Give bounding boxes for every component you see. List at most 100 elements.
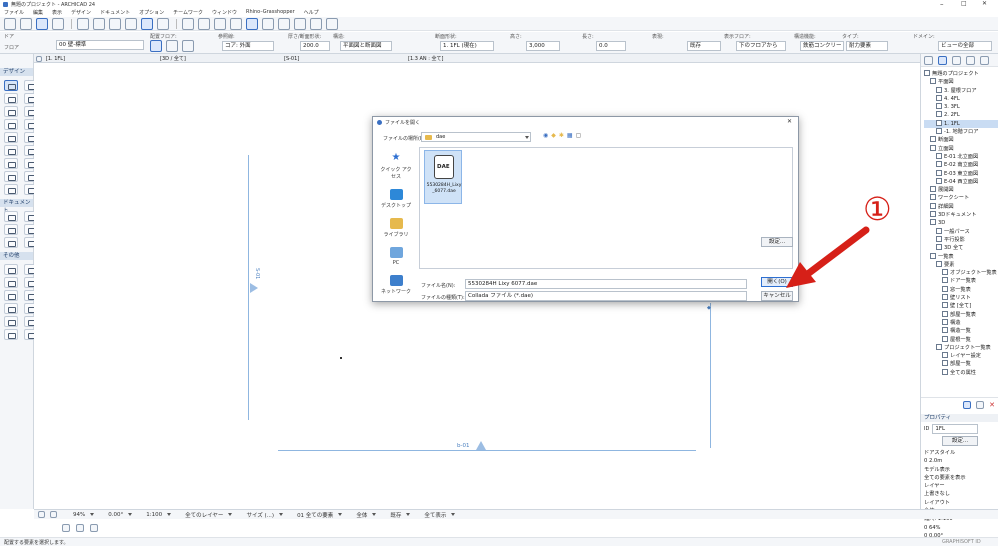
tree-item[interactable]: 窓一覧表	[924, 285, 998, 294]
tab-3d[interactable]: [3D / 全て]	[160, 55, 280, 62]
dialog-close-icon[interactable]: ✕	[787, 118, 792, 125]
render-icon[interactable]	[310, 17, 322, 30]
wall-tool[interactable]	[4, 80, 18, 91]
renovation-selector[interactable]: 既存	[390, 511, 411, 519]
model-view-selector[interactable]: 01 全ての要素	[297, 511, 343, 519]
zoom-view-icon[interactable]	[50, 511, 57, 518]
toolbox-group-more[interactable]: その他	[0, 252, 33, 260]
file-item[interactable]: DAE 5530284H_Lixy_6077.dae	[424, 150, 462, 204]
tree-item[interactable]: E-01 北立面図	[924, 152, 998, 161]
organizer-icon[interactable]	[980, 55, 989, 65]
text-tool[interactable]	[4, 224, 18, 235]
opening-tool[interactable]	[4, 184, 18, 195]
angle-level[interactable]: 0.00°	[108, 512, 133, 518]
tree-item[interactable]: 3. 3FL	[924, 103, 998, 111]
domain-field[interactable]: ビューの全部	[938, 41, 992, 51]
snap-icon[interactable]	[52, 17, 64, 30]
tree-item[interactable]: オブジェクト一覧表	[924, 269, 998, 277]
rect-method-icon[interactable]	[166, 40, 178, 52]
roof-tool[interactable]	[4, 119, 18, 130]
section-marker-label[interactable]: S-01	[254, 268, 260, 279]
filter-selector[interactable]: 全て表示	[424, 511, 456, 519]
zoom-level[interactable]: 94%	[73, 512, 95, 518]
object-tool[interactable]	[4, 158, 18, 169]
new-folder-icon[interactable]: ✱	[559, 132, 564, 139]
redo-icon[interactable]	[198, 17, 210, 30]
menu-item[interactable]: オプション	[139, 9, 164, 17]
hotspot-tool[interactable]	[4, 290, 18, 301]
tree-item[interactable]: 部屋一覧表	[924, 310, 998, 319]
tree-item[interactable]: 立面図	[924, 144, 998, 153]
tree-item[interactable]: E-02 南立面図	[924, 161, 998, 169]
tree-item[interactable]: 構造一覧	[924, 327, 998, 335]
tree-item[interactable]: 3D	[924, 219, 998, 227]
stair-tool[interactable]	[4, 132, 18, 143]
worksheet-tool[interactable]	[4, 329, 18, 340]
wall-tool-icon[interactable]	[36, 17, 48, 30]
property-item[interactable]: ドアスタイル	[924, 449, 998, 457]
menu-item[interactable]: ドキュメント	[100, 9, 130, 17]
property-item[interactable]: 0 2.0m	[924, 457, 998, 465]
tree-item[interactable]: ワークシート	[924, 194, 998, 202]
tree-item[interactable]: -1. 地階フロア	[924, 128, 998, 136]
menu-item[interactable]: デザイン	[71, 9, 91, 17]
structure-field[interactable]: 鉄筋コンクリート	[800, 41, 844, 51]
undo-view-icon[interactable]	[38, 511, 45, 518]
property-item[interactable]: レイアウト	[924, 499, 998, 507]
up-folder-icon[interactable]: ◆	[551, 132, 556, 139]
tab-elevation[interactable]: [1.3 AN : 全て]	[408, 55, 528, 62]
settings-icon[interactable]	[326, 17, 338, 30]
home-story-field[interactable]: 1. 1FL (現在)	[440, 41, 494, 51]
new-view-icon[interactable]	[963, 400, 972, 409]
elevation-marker-triangle[interactable]	[476, 441, 486, 450]
view-icon[interactable]	[141, 17, 153, 30]
arc-tool[interactable]	[4, 264, 18, 275]
structural-function-field[interactable]: 耐力要素	[846, 41, 888, 51]
place-pc[interactable]: PC	[379, 247, 413, 266]
fill-tool[interactable]	[4, 237, 18, 248]
dims-selector[interactable]: 全体	[356, 511, 377, 519]
curtain-wall-tool[interactable]	[4, 145, 18, 156]
layer-select[interactable]: 00 壁-標準	[56, 40, 144, 50]
nav-buttons[interactable]	[38, 511, 59, 518]
section-icon[interactable]	[262, 17, 274, 30]
view-map-icon[interactable]	[938, 55, 947, 65]
grid-icon[interactable]	[77, 17, 89, 30]
delete-icon[interactable]: ✕	[989, 401, 995, 409]
pencil-icon[interactable]	[20, 17, 32, 30]
zoom-in-icon[interactable]	[214, 17, 226, 30]
tree-item[interactable]: 壁リスト	[924, 294, 998, 302]
tree-item[interactable]: 一般パース	[924, 227, 998, 236]
tree-item[interactable]: 無題のプロジェクト	[924, 70, 998, 78]
elevation-marker-label[interactable]: b-01	[457, 443, 469, 449]
tree-item[interactable]: 要素	[924, 260, 998, 269]
publisher-icon[interactable]	[966, 55, 975, 65]
tree-item[interactable]: 1. 1FL	[924, 119, 998, 129]
tree-item[interactable]: 一覧表	[924, 252, 998, 261]
tree-item[interactable]: プロジェクト一覧表	[924, 343, 998, 352]
tree-item[interactable]: 断面図	[924, 136, 998, 144]
property-item[interactable]: レイヤー	[924, 482, 998, 490]
tree-item[interactable]: 詳細図	[924, 202, 998, 211]
publish-icon[interactable]	[278, 17, 290, 30]
place-network[interactable]: ネットワーク	[379, 275, 413, 295]
thickness-field[interactable]: 200.0	[300, 41, 330, 51]
menu-item[interactable]: ウィンドウ	[212, 9, 237, 17]
pointer-icon[interactable]	[4, 17, 16, 30]
menu-item[interactable]: 表示	[52, 9, 62, 17]
place-quick-access[interactable]: ★ クイック アクセス	[379, 153, 413, 181]
3d-view-icon[interactable]	[246, 17, 258, 30]
tree-item[interactable]: 構造	[924, 318, 998, 327]
snap-point-icon[interactable]	[76, 524, 84, 532]
tree-item[interactable]: 4. 4FL	[924, 94, 998, 103]
poly-method-icon[interactable]	[182, 40, 194, 52]
toolbox-group-document[interactable]: ドキュメント	[0, 199, 33, 214]
minimize-icon[interactable]: –	[940, 0, 944, 8]
display-field[interactable]: 下のフロアから	[736, 41, 786, 51]
filename-input[interactable]: 5530284H Lixy 6077.dae	[465, 279, 747, 289]
property-item[interactable]: 上書きなし	[924, 490, 998, 498]
property-item[interactable]: 全ての要素を表示	[924, 474, 998, 482]
layer-combo-selector[interactable]: 全てのレイヤー	[185, 511, 233, 519]
layer-field[interactable]: 00 壁-標準	[56, 40, 144, 50]
back-icon[interactable]: ◉	[543, 132, 548, 139]
